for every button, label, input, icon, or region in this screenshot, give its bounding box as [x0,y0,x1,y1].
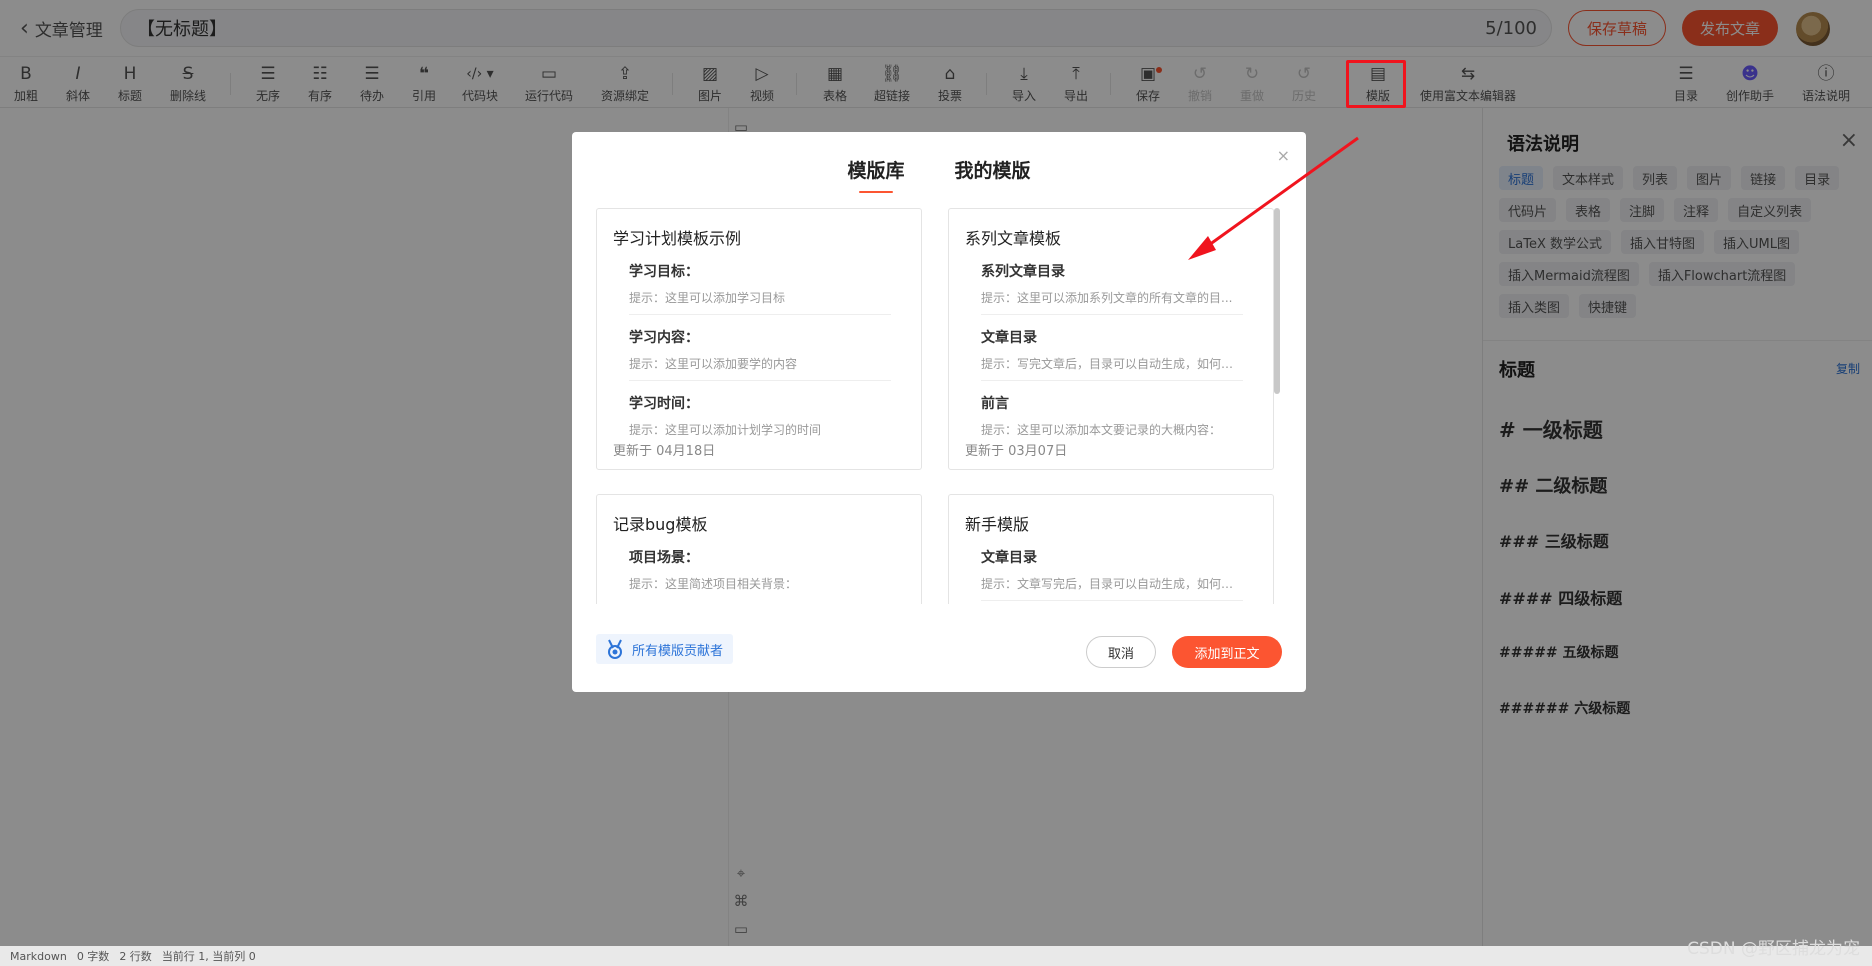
card-item-heading: 文章目录 [981,330,1037,346]
template-tabs: 模版库 我的模版 [572,156,1306,193]
tab-my-templates[interactable]: 我的模版 [955,156,1031,193]
card-item-hint: 提示：这里可以添加学习目标 [629,291,786,305]
editor-mode: Markdown [10,949,67,963]
card-item-hint: 提示：这里简述项目相关背景： [629,577,798,591]
cursor-position: 当前行 1, 当前列 0 [161,950,256,963]
template-modal: × 模版库 我的模版 学习计划模板示例 学习目标： 提示：这里可以添加学习目标 学… [572,132,1306,692]
template-card[interactable]: 新手模版 文章目录提示：文章写完后，目录可以自动生成，如何生... 前言 [948,494,1274,604]
card-item-heading: 项目场景： [629,550,699,566]
line-count: 2 行数 [119,950,152,963]
status-bar: Markdown 0 字数 2 行数 当前行 1, 当前列 0 [0,946,1872,966]
template-card[interactable]: 学习计划模板示例 学习目标： 提示：这里可以添加学习目标 学习内容： 提示：这里可以… [596,208,922,470]
card-updated-date: 更新于 04月18日 [613,444,716,459]
template-card-grid: 学习计划模板示例 学习目标： 提示：这里可以添加学习目标 学习内容： 提示：这里可以… [596,208,1276,604]
card-item-hint: 提示：这里可以添加本文要记录的大概内容： [981,423,1222,437]
cancel-button[interactable]: 取消 [1086,636,1156,668]
template-card[interactable]: 系列文章模板 系列文章目录提示：这里可以添加系列文章的所有文章的目... 文章目… [948,208,1274,470]
tab-template-library[interactable]: 模版库 [847,156,905,193]
card-item-heading: 文章目录 [981,550,1037,566]
card-title: 学习计划模板示例 [613,229,742,248]
card-item-heading: 学习时间： [629,396,699,412]
card-item-hint: 提示：写完文章后，目录可以自动生成，如何生... [981,357,1243,371]
add-to-body-button[interactable]: 添加到正文 [1172,636,1282,668]
card-title: 系列文章模板 [965,229,1062,248]
card-item-hint: 提示：这里可以添加系列文章的所有文章的目... [981,291,1233,305]
card-item-heading: 系列文章目录 [981,264,1065,280]
card-item-heading: 学习目标： [629,264,699,280]
template-contributors-link[interactable]: 所有模版贡献者 [596,634,734,664]
card-title: 记录bug模板 [613,515,708,534]
card-item-heading: 学习内容： [629,330,699,346]
template-card[interactable]: 记录bug模板 项目场景： 提示：这里简述项目相关背景： [596,494,922,604]
card-item-hint: 提示：这里可以添加要学的内容 [629,357,798,371]
card-title: 新手模版 [965,515,1030,534]
contributors-label: 所有模版贡献者 [632,643,724,659]
card-updated-date: 更新于 03月07日 [965,444,1068,459]
scrollbar-thumb[interactable] [1274,208,1280,394]
card-item-heading: 前言 [981,396,1009,412]
watermark: CSDN @野区捕龙为宠 [1687,939,1860,959]
card-list-scrollbar[interactable] [1274,208,1280,470]
medal-icon [608,639,622,659]
char-count: 0 字数 [76,950,110,963]
card-item-hint: 提示：这里可以添加计划学习的时间 [629,423,822,437]
card-item-hint: 提示：文章写完后，目录可以自动生成，如何生... [981,577,1243,591]
